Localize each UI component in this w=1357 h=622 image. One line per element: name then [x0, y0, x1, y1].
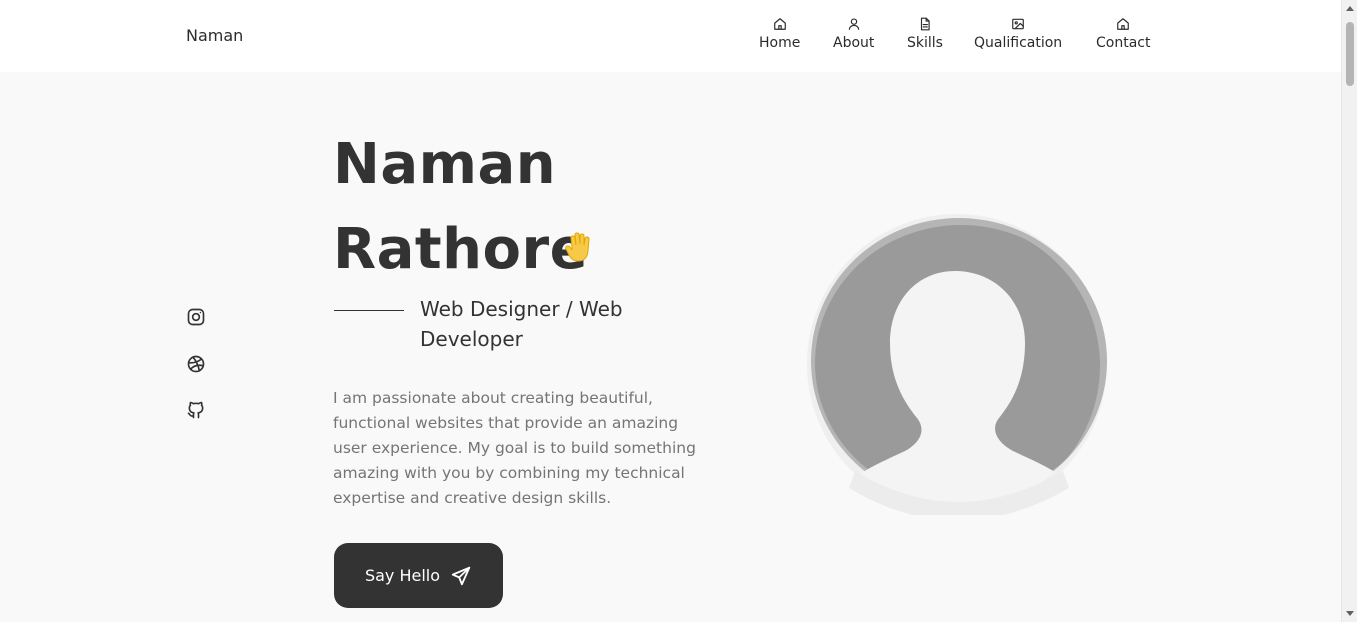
nav-item-skills[interactable]: Skills [907, 17, 943, 51]
dribbble-link[interactable] [186, 354, 206, 374]
home-icon [1117, 18, 1130, 30]
say-hello-label: Say Hello [364, 566, 441, 585]
subtitle-divider [334, 310, 404, 311]
nav-item-contact[interactable]: Contact [1096, 17, 1150, 51]
page-scrollbar[interactable] [1341, 0, 1357, 622]
user-icon [848, 18, 859, 30]
nav-label-contact: Contact [1096, 35, 1151, 51]
send-icon [451, 566, 471, 585]
nav-label-home: Home [759, 35, 801, 51]
hero-last-name: Rathore [333, 217, 589, 282]
nav-item-about[interactable]: About [833, 17, 874, 51]
github-link[interactable] [186, 400, 206, 420]
nav-label-about: About [833, 35, 875, 51]
nav-item-home[interactable]: Home [759, 17, 800, 51]
instagram-icon [187, 308, 205, 326]
home-icon [773, 18, 786, 30]
image-icon [1012, 18, 1024, 30]
scroll-up-arrow-icon[interactable] [1346, 6, 1354, 11]
say-hello-button[interactable]: Say Hello [334, 543, 503, 608]
file-icon [920, 17, 930, 31]
hero-first-name: Naman [333, 132, 557, 197]
instagram-link[interactable] [186, 307, 206, 327]
github-icon [187, 401, 204, 419]
nav-label-qualification: Qualification [974, 35, 1063, 51]
profile-avatar [807, 214, 1107, 515]
hero-description: I am passionate about creating beautiful… [333, 389, 696, 507]
dribbble-icon [187, 355, 205, 373]
scrollbar-thumb[interactable] [1346, 22, 1354, 86]
site-header: Naman Home About Skills Qualification Co… [0, 0, 1341, 72]
nav-item-qualification[interactable]: Qualification [974, 17, 1062, 51]
waving-hand-icon [565, 232, 590, 262]
nav-label-skills: Skills [907, 35, 943, 51]
hero-subtitle: Web Designer / Web Developer [420, 297, 623, 351]
scroll-down-arrow-icon[interactable] [1346, 611, 1354, 616]
main-nav: Home About Skills Qualification Contact [0, 17, 1341, 61]
